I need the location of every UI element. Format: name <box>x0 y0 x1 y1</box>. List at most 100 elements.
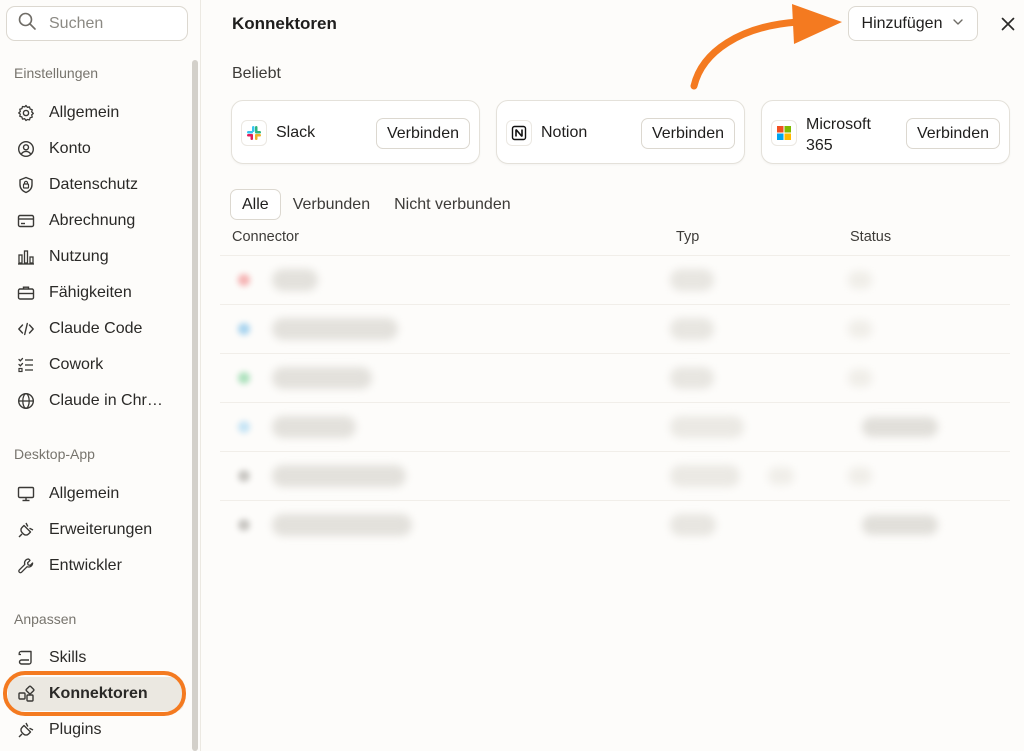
shield-lock-icon <box>17 176 35 194</box>
main-panel: Konnektoren Hinzufügen Beliebt Slack Ver… <box>202 0 1024 751</box>
popular-card-notion: Notion Verbinden <box>496 100 745 164</box>
sidebar-item-konto[interactable]: Konto <box>8 132 184 166</box>
sidebar-item-plugins[interactable]: Plugins <box>8 713 184 747</box>
sidebar-item-erweiterungen[interactable]: Erweiterungen <box>8 513 184 547</box>
sidebar-item-konnektoren[interactable]: Konnektoren <box>8 677 184 711</box>
connector-name <box>272 416 356 438</box>
table-row[interactable] <box>220 304 1010 353</box>
section-title-anpassen: Anpassen <box>14 611 77 627</box>
sidebar-item-label: Erweiterungen <box>49 521 153 538</box>
connector-type <box>670 367 714 389</box>
connector-status <box>862 417 938 437</box>
user-circle-icon <box>17 140 35 158</box>
page-title: Konnektoren <box>232 14 337 33</box>
sidebar-item-entwickler[interactable]: Entwickler <box>8 549 184 583</box>
connector-icon <box>238 372 250 384</box>
wrench-icon <box>17 557 35 575</box>
plug-icon <box>17 521 35 539</box>
bar-chart-icon <box>17 248 35 266</box>
tab-alle[interactable]: Alle <box>230 189 281 220</box>
sidebar-item-label: Claude in Chr… <box>49 392 163 409</box>
close-button[interactable] <box>998 14 1018 34</box>
chevron-down-icon <box>952 15 964 33</box>
connect-button-notion[interactable]: Verbinden <box>640 118 735 149</box>
table-row[interactable] <box>220 500 1010 549</box>
connector-icon <box>238 519 250 531</box>
search-placeholder: Suchen <box>49 14 104 32</box>
sidebar-item-label: Plugins <box>49 721 102 738</box>
card-name: Slack <box>276 124 316 141</box>
table-row[interactable] <box>220 402 1010 451</box>
sidebar-item-label: Skills <box>49 649 87 666</box>
sidebar-item-datenschutz[interactable]: Datenschutz <box>8 168 184 202</box>
filter-tabs: Alle Verbunden Nicht verbunden <box>230 189 523 220</box>
tab-verbunden[interactable]: Verbunden <box>281 189 382 220</box>
connector-icon <box>238 323 250 335</box>
connector-name <box>272 514 412 536</box>
connector-table <box>220 255 1010 549</box>
search-icon <box>17 11 37 36</box>
sidebar-item-label: Cowork <box>49 356 104 373</box>
close-icon <box>998 17 1018 38</box>
table-row[interactable] <box>220 255 1010 304</box>
tab-nicht-verbunden[interactable]: Nicht verbunden <box>382 189 523 220</box>
connector-type <box>670 318 714 340</box>
connector-status <box>848 369 872 387</box>
sidebar-item-faehigkeiten[interactable]: Fähigkeiten <box>8 276 184 310</box>
search-input[interactable]: Suchen <box>6 6 188 41</box>
toolbox-icon <box>17 284 35 302</box>
code-icon <box>17 320 35 338</box>
sidebar-item-label: Claude Code <box>49 320 143 337</box>
sidebar-item-nutzung[interactable]: Nutzung <box>8 240 184 274</box>
sidebar: Suchen Einstellungen Allgemein Konto Dat… <box>0 0 201 751</box>
add-connector-button[interactable]: Hinzufügen <box>848 6 978 41</box>
sidebar-item-label: Nutzung <box>49 248 109 265</box>
sidebar-scrollbar[interactable] <box>192 60 198 751</box>
sidebar-item-desktop-allgemein[interactable]: Allgemein <box>8 477 184 511</box>
connect-button-slack[interactable]: Verbinden <box>375 118 470 149</box>
sidebar-item-label: Fähigkeiten <box>49 284 132 301</box>
table-row[interactable] <box>220 451 1010 500</box>
connector-status <box>848 467 872 485</box>
card-name: Microsoft 365 <box>806 116 871 154</box>
card-name: Notion <box>541 124 588 141</box>
connector-icon <box>238 470 250 482</box>
column-header-connector: Connector <box>232 229 299 245</box>
connect-button-microsoft-365[interactable]: Verbinden <box>905 118 1000 149</box>
gear-icon <box>17 104 35 122</box>
sidebar-item-label: Allgemein <box>49 104 120 121</box>
connector-status <box>848 271 872 289</box>
microsoft-icon <box>771 120 797 146</box>
sidebar-item-label: Datenschutz <box>49 176 138 193</box>
sidebar-item-allgemein[interactable]: Allgemein <box>8 96 184 130</box>
connector-icon <box>238 274 250 286</box>
add-button-label: Hinzufügen <box>861 14 943 32</box>
section-title-einstellungen: Einstellungen <box>14 65 99 81</box>
connectors-icon <box>17 685 35 703</box>
sidebar-item-label: Allgemein <box>49 485 120 502</box>
sidebar-item-abrechnung[interactable]: Abrechnung <box>8 204 184 238</box>
slack-icon <box>241 120 267 146</box>
scroll-icon <box>17 649 35 667</box>
connector-name <box>272 318 398 340</box>
sidebar-item-skills[interactable]: Skills <box>8 641 184 675</box>
plug-icon <box>17 721 35 739</box>
sidebar-item-label: Konto <box>49 140 91 157</box>
connector-name <box>272 465 406 487</box>
monitor-icon <box>17 485 35 503</box>
sidebar-item-claude-code[interactable]: Claude Code <box>8 312 184 346</box>
connector-name <box>272 269 318 291</box>
column-header-typ: Typ <box>676 229 700 245</box>
globe-icon <box>17 392 35 410</box>
connector-icon <box>238 421 250 433</box>
table-row[interactable] <box>220 353 1010 402</box>
sidebar-item-cowork[interactable]: Cowork <box>8 348 184 382</box>
connector-status <box>848 320 872 338</box>
credit-card-icon <box>17 212 35 230</box>
section-title-desktop-app: Desktop-App <box>14 446 95 462</box>
sidebar-item-label: Konnektoren <box>49 685 148 702</box>
connector-name <box>272 367 372 389</box>
connector-type <box>670 514 716 536</box>
notion-icon <box>506 120 532 146</box>
sidebar-item-claude-in-chrome[interactable]: Claude in Chr… <box>8 384 184 418</box>
